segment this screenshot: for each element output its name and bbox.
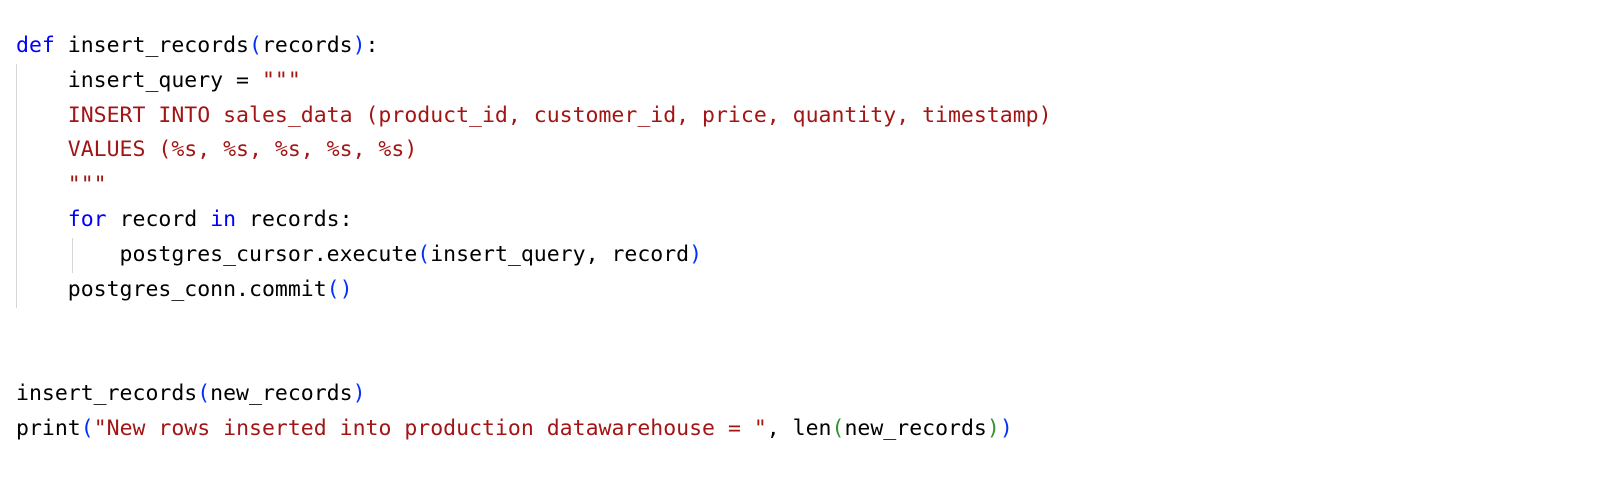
code-line[interactable]: INSERT INTO sales_data (product_id, cust… [16, 98, 1052, 133]
code-token: postgres_conn.commit [16, 276, 327, 302]
code-token: ( [831, 415, 845, 441]
code-token: ) [689, 241, 703, 267]
code-line[interactable]: insert_records(new_records) [16, 376, 366, 411]
code-token: ( [417, 241, 431, 267]
code-token: records [261, 33, 353, 58]
code-editor[interactable]: def insert_records(records): insert_quer… [0, 0, 1616, 492]
code-token: insert_records [16, 381, 198, 406]
code-line[interactable]: print("New rows inserted into production… [16, 411, 1013, 446]
code-token: INSERT INTO sales_data (product_id, cust… [16, 102, 1052, 128]
code-token: postgres_cursor.execute [16, 241, 418, 267]
code-line[interactable]: VALUES (%s, %s, %s, %s, %s) [16, 132, 418, 167]
code-line[interactable]: postgres_conn.commit() [16, 272, 353, 307]
code-token: ) [352, 33, 366, 58]
code-token: insert_records [54, 33, 250, 58]
code-token: """ [16, 172, 107, 198]
code-line[interactable]: """ [16, 167, 107, 202]
code-token: insert_query, record [430, 241, 690, 267]
code-token: record [106, 207, 211, 232]
code-line[interactable]: insert_query = """ [16, 63, 301, 98]
code-token: ( [197, 381, 211, 406]
code-line[interactable]: postgres_cursor.execute(insert_query, re… [16, 237, 703, 272]
code-token: ) [352, 381, 366, 406]
code-line[interactable]: def insert_records(records): [16, 28, 378, 63]
code-token: records: [236, 207, 353, 232]
code-token: VALUES (%s, %s, %s, %s, %s) [16, 137, 418, 163]
code-token: def [16, 33, 55, 58]
code-token: new_records [844, 415, 987, 441]
code-token: ( [249, 33, 262, 58]
code-token: : [365, 33, 379, 58]
code-token: "New rows inserted into production dataw… [93, 415, 767, 441]
code-token: new_records [210, 381, 353, 406]
code-token: () [326, 276, 353, 302]
code-token: insert_query = [16, 67, 262, 93]
code-token: in [210, 207, 237, 232]
code-token: , len [766, 415, 832, 441]
code-token: ) [999, 415, 1013, 441]
code-line[interactable]: for record in records: [16, 202, 353, 237]
code-token: for [67, 207, 107, 232]
code-token: print [16, 415, 81, 441]
code-token: ) [986, 415, 1000, 441]
code-token: """ [261, 67, 301, 93]
code-token: ( [80, 415, 94, 441]
